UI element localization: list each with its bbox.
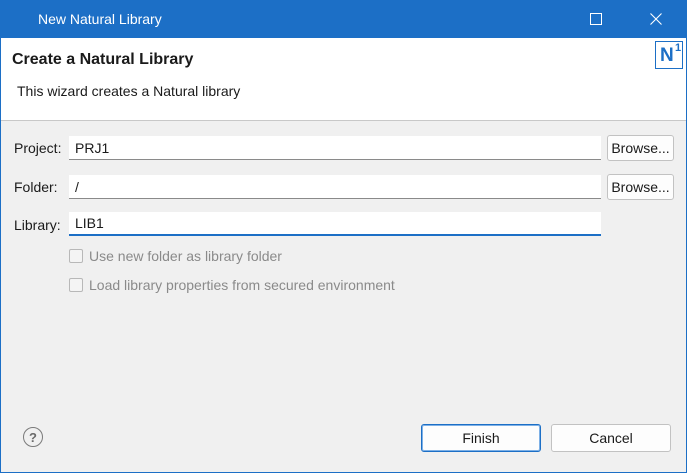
finish-button[interactable]: Finish (421, 424, 541, 452)
wizard-title: Create a Natural Library (12, 51, 194, 68)
folder-field[interactable] (69, 175, 601, 199)
folder-label: Folder: (14, 179, 58, 195)
wizard-description: This wizard creates a Natural library (17, 83, 241, 99)
library-field[interactable] (69, 212, 601, 236)
maximize-button[interactable] (573, 1, 619, 38)
cancel-button[interactable]: Cancel (551, 424, 671, 452)
load-secured-properties-label: Load library properties from secured env… (89, 277, 395, 293)
use-new-folder-label: Use new folder as library folder (89, 248, 282, 264)
project-label: Project: (14, 140, 62, 156)
project-field[interactable] (69, 136, 601, 160)
close-icon (650, 12, 662, 28)
maximize-icon (590, 12, 602, 28)
help-icon[interactable]: ? (23, 427, 43, 447)
project-browse-button[interactable]: Browse... (607, 135, 674, 161)
load-secured-properties-option[interactable]: Load library properties from secured env… (69, 277, 395, 293)
folder-browse-button[interactable]: Browse... (607, 174, 674, 200)
new-natural-library-dialog: New Natural Library Create a Natural Lib… (0, 0, 687, 473)
library-label: Library: (14, 217, 61, 233)
natural-logo-icon: N 1 (655, 41, 683, 69)
window-title: New Natural Library (38, 11, 162, 27)
logo-superscript: 1 (675, 42, 682, 54)
load-secured-properties-checkbox[interactable] (69, 278, 83, 292)
use-new-folder-checkbox[interactable] (69, 249, 83, 263)
logo-letter: N (660, 45, 674, 66)
help-symbol: ? (29, 429, 37, 445)
wizard-header: Create a Natural Library This wizard cre… (1, 38, 686, 121)
use-new-folder-option[interactable]: Use new folder as library folder (69, 248, 282, 264)
title-bar[interactable]: New Natural Library (1, 1, 686, 38)
close-button[interactable] (633, 1, 679, 38)
